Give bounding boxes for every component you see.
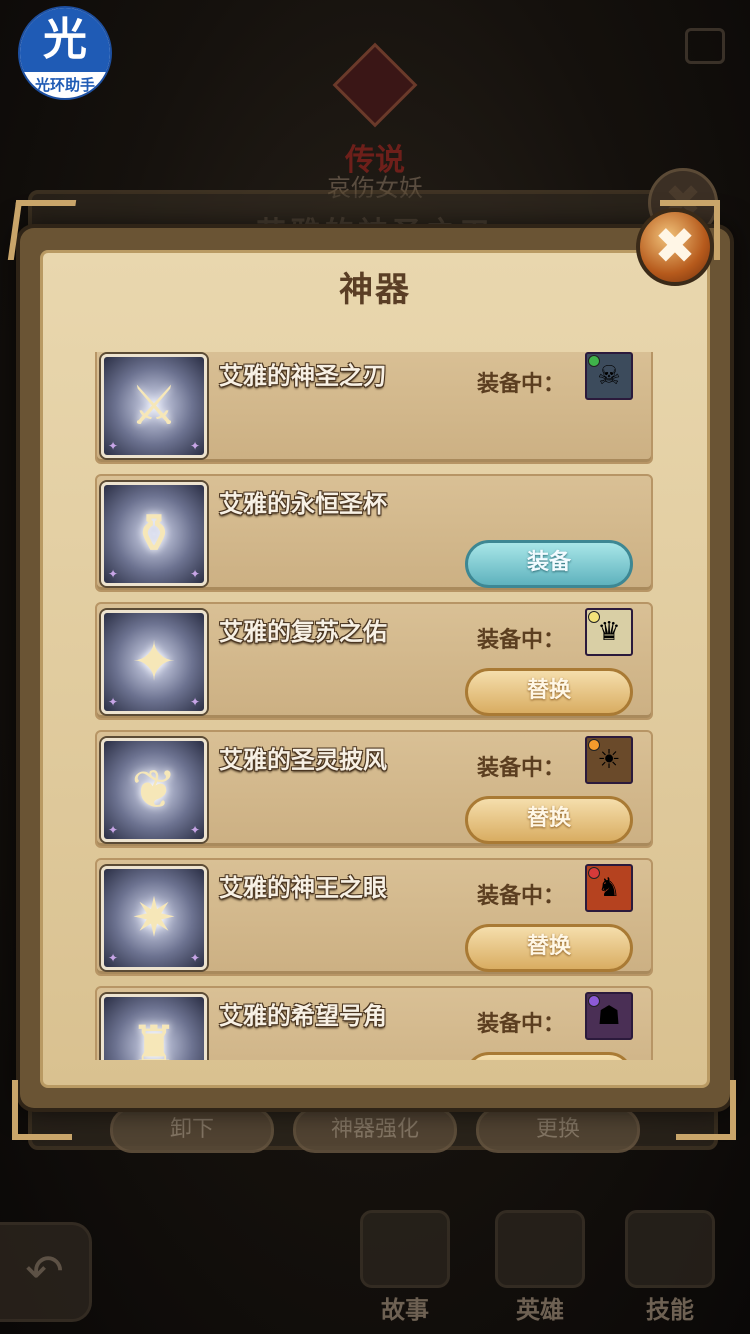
artifact-name: 艾雅的永恒圣杯 xyxy=(219,490,387,518)
lock-icon[interactable] xyxy=(685,28,725,64)
logo-symbol: 光 xyxy=(20,8,110,72)
nav-story-label: 故事 xyxy=(381,1296,429,1324)
equipped-label: 装备中： xyxy=(477,372,566,397)
hero-portrait[interactable]: ♞ xyxy=(585,864,633,912)
star-icon: ✦ xyxy=(189,567,200,581)
star-icon: ✦ xyxy=(108,439,119,453)
artifact-row[interactable]: ♜✦✦ 艾雅的希望号角 装备中： ☗ 替换 xyxy=(95,986,653,1060)
artifact-name: 艾雅的希望号角 xyxy=(219,1002,387,1030)
artifact-list[interactable]: ⚔ ✦ ✦ 艾雅的神圣之刃 装备中： ☠ ⚱ ✦ ✦ 艾雅的永恒圣杯 装备 ✦ ✦ ✦ 艾雅的复苏之佑 装备中… xyxy=(95,352,657,1060)
star-icon: ✦ xyxy=(108,695,119,709)
artifact-row[interactable]: ⚔ ✦ ✦ 艾雅的神圣之刃 装备中： ☠ xyxy=(95,352,653,464)
frame-corner-ornament xyxy=(7,200,77,260)
close-button[interactable]: ✖ xyxy=(636,208,714,286)
hero-portrait[interactable]: ☀ xyxy=(585,736,633,784)
artifact-row[interactable]: ✷ ✦ ✦ 艾雅的神王之眼 装备中： ♞ 替换 xyxy=(95,858,653,976)
nav-skill[interactable]: 技能 xyxy=(615,1210,725,1324)
back-arrow-icon[interactable]: ↶ xyxy=(0,1222,92,1322)
artifact-row[interactable]: ⚱ ✦ ✦ 艾雅的永恒圣杯 装备 xyxy=(95,474,653,592)
star-icon: ✦ xyxy=(108,567,119,581)
star-icon: ✦ xyxy=(189,695,200,709)
star-icon: ✦ xyxy=(189,951,200,965)
star-icon: ✦ xyxy=(189,823,200,837)
frame-corner-ornament xyxy=(676,1080,736,1140)
nav-story[interactable]: 故事 xyxy=(350,1210,460,1324)
star-icon: ✦ xyxy=(108,823,119,837)
artifact-name: 艾雅的神圣之刃 xyxy=(219,362,387,390)
element-icon xyxy=(588,611,600,623)
artifact-thumbnail[interactable]: ⚱ ✦ ✦ xyxy=(101,482,207,586)
element-icon xyxy=(588,739,600,751)
artifact-name: 艾雅的复苏之佑 xyxy=(219,618,387,646)
equipped-label: 装备中： xyxy=(477,884,566,909)
nav-hero[interactable]: 英雄 xyxy=(485,1210,595,1324)
artifact-thumbnail[interactable]: ♜✦✦ xyxy=(101,994,207,1060)
frame-corner-ornament xyxy=(12,1080,72,1140)
artifact-thumbnail[interactable]: ✷ ✦ ✦ xyxy=(101,866,207,970)
artifact-row[interactable]: ❦ ✦ ✦ 艾雅的圣灵披风 装备中： ☀ 替换 xyxy=(95,730,653,848)
equip-button[interactable]: 装备 xyxy=(465,540,633,588)
artifact-enhance-button[interactable]: 神器强化 xyxy=(293,1107,457,1153)
replace-button[interactable]: 替换 xyxy=(465,924,633,972)
artifact-thumbnail[interactable]: ⚔ ✦ ✦ xyxy=(101,354,207,458)
equipped-label: 装备中： xyxy=(477,756,566,781)
equipped-label: 装备中： xyxy=(477,628,566,653)
star-icon: ✦ xyxy=(189,439,200,453)
skill-rune-icon xyxy=(625,1210,715,1288)
replace-button[interactable]: 替换 xyxy=(465,796,633,844)
artifact-name: 艾雅的圣灵披风 xyxy=(219,746,387,774)
element-icon xyxy=(588,995,600,1007)
artifact-icon: ♜ xyxy=(129,1014,179,1060)
artifact-row[interactable]: ✦ ✦ ✦ 艾雅的复苏之佑 装备中： ♛ 替换 xyxy=(95,602,653,720)
element-icon xyxy=(588,867,600,879)
hero-portrait[interactable]: ♛ xyxy=(585,608,633,656)
hero-portrait[interactable]: ☗ xyxy=(585,992,633,1040)
replace-button[interactable]: 替换 xyxy=(465,1052,633,1060)
change-button[interactable]: 更换 xyxy=(476,1107,640,1153)
hero-helmet-icon xyxy=(495,1210,585,1288)
element-icon xyxy=(588,355,600,367)
book-icon xyxy=(360,1210,450,1288)
artifact-thumbnail[interactable]: ❦ ✦ ✦ xyxy=(101,738,207,842)
app-logo: 光 光环助手 xyxy=(18,6,112,100)
modal-title: 神器 xyxy=(339,270,411,310)
artifact-name: 艾雅的神王之眼 xyxy=(219,874,387,902)
nav-hero-label: 英雄 xyxy=(516,1296,564,1324)
replace-button[interactable]: 替换 xyxy=(465,668,633,716)
star-icon: ✦ xyxy=(108,951,119,965)
nav-skill-label: 技能 xyxy=(646,1296,694,1324)
artifact-thumbnail[interactable]: ✦ ✦ ✦ xyxy=(101,610,207,714)
unequip-button[interactable]: 卸下 xyxy=(110,1107,274,1153)
equipped-label: 装备中： xyxy=(477,1012,566,1037)
hero-portrait[interactable]: ☠ xyxy=(585,352,633,400)
